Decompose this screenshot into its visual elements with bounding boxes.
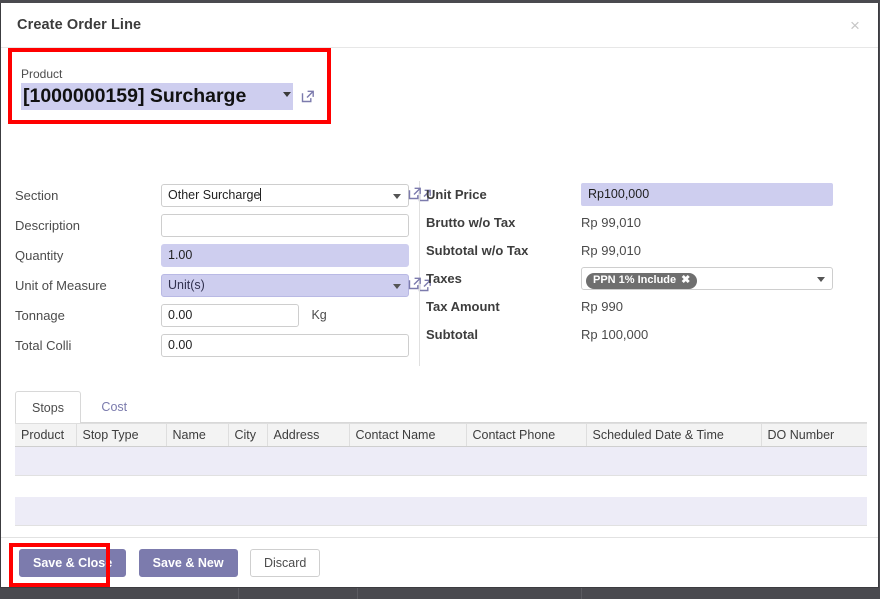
description-input[interactable]	[161, 213, 409, 237]
section-value: Other Surcharge	[168, 187, 261, 202]
label-quantity: Quantity	[15, 247, 64, 263]
control-total-colli	[161, 333, 409, 357]
control-tonnage: Kg	[161, 303, 327, 327]
dialog-header: Create Order Line ×	[1, 3, 878, 48]
control-description	[161, 213, 409, 237]
table-header-row: Product Stop Type Name City Address Cont…	[15, 423, 867, 447]
field-row-total-colli: Total Colli	[15, 331, 415, 359]
product-input[interactable]: [1000000159] Surcharge	[21, 83, 293, 110]
col-scheduled-date[interactable]: Scheduled Date & Time	[586, 423, 762, 447]
label-subtotal: Subtotal	[426, 327, 478, 342]
label-unit-of-measure: Unit of Measure	[15, 277, 107, 293]
control-section: Other Surcharge	[161, 183, 431, 207]
product-value-text: [1000000159] Surcharge	[23, 85, 247, 107]
chevron-down-icon[interactable]	[393, 193, 401, 199]
tax-tag[interactable]: PPN 1% Include ✖	[586, 273, 698, 289]
tab-cost[interactable]: Cost	[85, 391, 143, 424]
tonnage-unit-label: Kg	[311, 308, 327, 322]
label-unit-price: Unit Price	[426, 187, 487, 202]
field-row-brutto-wo-tax: Brutto w/o Tax Rp 99,010	[426, 209, 876, 236]
field-row-section: Section Other Surcharge	[15, 181, 431, 209]
value-brutto-wo-tax: Rp 99,010	[581, 215, 641, 230]
chevron-down-icon[interactable]	[817, 277, 825, 282]
label-subtotal-wo-tax: Subtotal w/o Tax	[426, 243, 529, 258]
col-city[interactable]: City	[228, 423, 268, 447]
field-row-tax-amount: Tax Amount Rp 990	[426, 293, 876, 320]
tax-tag-label: PPN 1% Include	[593, 274, 677, 286]
section-select[interactable]: Other Surcharge	[161, 183, 409, 207]
save-and-close-button[interactable]: Save & Close	[19, 549, 127, 577]
control-quantity	[161, 243, 409, 267]
taxes-external-link-icon[interactable]	[407, 275, 424, 292]
field-row-unit-price: Unit Price Rp100,000	[408, 181, 876, 208]
col-do-number[interactable]: DO Number	[761, 423, 867, 447]
product-label: Product	[21, 67, 63, 81]
chevron-down-icon[interactable]	[283, 92, 291, 97]
field-row-taxes: Taxes PPN 1% Include ✖	[408, 265, 876, 292]
unit-price-external-link-icon[interactable]	[407, 185, 424, 202]
label-section: Section	[15, 187, 59, 203]
taxes-select[interactable]: PPN 1% Include ✖	[581, 267, 833, 290]
product-field-group: Product [1000000159] Surcharge	[21, 67, 317, 110]
table-row[interactable]	[15, 497, 867, 526]
field-row-subtotal-wo-tax: Subtotal w/o Tax Rp 99,010	[426, 237, 876, 264]
field-row-quantity: Quantity	[15, 241, 415, 269]
product-row: [1000000159] Surcharge	[21, 83, 317, 110]
field-row-description: Description	[15, 211, 415, 239]
value-subtotal: Rp 100,000	[581, 327, 649, 342]
tax-tag-remove-icon[interactable]: ✖	[681, 274, 690, 286]
unit-of-measure-value: Unit(s)	[168, 277, 205, 292]
value-tax-amount: Rp 990	[581, 299, 623, 314]
chevron-down-icon[interactable]	[393, 283, 401, 289]
table-row[interactable]	[15, 447, 867, 476]
left-form: Section Other Surcharge Description Quan…	[15, 181, 431, 361]
dialog-title: Create Order Line	[17, 17, 142, 33]
page-background-bottom	[0, 588, 880, 599]
stops-table: Product Stop Type Name City Address Cont…	[15, 423, 867, 447]
control-unit-of-measure: Unit(s)	[161, 273, 431, 297]
field-row-tonnage: Tonnage Kg	[15, 301, 415, 329]
dialog-body: Product [1000000159] Surcharge Section O…	[1, 48, 878, 568]
field-row-subtotal: Subtotal Rp 100,000	[426, 321, 876, 348]
col-contact-phone[interactable]: Contact Phone	[466, 423, 587, 447]
label-total-colli: Total Colli	[15, 337, 72, 353]
product-external-link-icon[interactable]	[300, 88, 317, 105]
quantity-input[interactable]	[161, 243, 409, 267]
unit-price-input[interactable]: Rp100,000	[581, 183, 833, 206]
label-tax-amount: Tax Amount	[426, 299, 500, 314]
tonnage-input[interactable]	[161, 303, 299, 327]
stops-table-element: Product Stop Type Name City Address Cont…	[15, 423, 867, 447]
label-description: Description	[15, 217, 81, 233]
label-taxes: Taxes	[426, 271, 462, 286]
create-order-line-dialog: Create Order Line × Product [1000000159]…	[0, 3, 879, 588]
footer-buttons: Save & Close Save & New Discard	[19, 538, 321, 577]
col-product[interactable]: Product	[15, 423, 77, 447]
right-form: Unit Price Rp100,000 Brutto w/o Tax Rp 9…	[408, 181, 876, 349]
tab-stops[interactable]: Stops	[15, 391, 81, 424]
label-brutto-wo-tax: Brutto w/o Tax	[426, 215, 516, 230]
dialog-footer: Save & Close Save & New Discard	[1, 537, 878, 587]
unit-of-measure-select[interactable]: Unit(s)	[161, 273, 409, 297]
field-row-unit-of-measure: Unit of Measure Unit(s)	[15, 271, 431, 299]
value-subtotal-wo-tax: Rp 99,010	[581, 243, 641, 258]
text-cursor	[260, 187, 262, 201]
screen-root: Create Order Line × Product [1000000159]…	[0, 0, 880, 599]
total-colli-input[interactable]	[161, 333, 409, 357]
save-and-new-button[interactable]: Save & New	[138, 549, 238, 577]
form-divider	[419, 181, 420, 366]
notebook-tabs: Stops Cost	[15, 390, 867, 424]
label-tonnage: Tonnage	[15, 307, 65, 323]
col-contact-name[interactable]: Contact Name	[349, 423, 467, 447]
discard-button[interactable]: Discard	[250, 549, 321, 577]
col-address[interactable]: Address	[267, 423, 350, 447]
col-stop-type[interactable]: Stop Type	[76, 423, 167, 447]
close-icon[interactable]: ×	[844, 14, 866, 36]
col-name[interactable]: Name	[166, 423, 229, 447]
